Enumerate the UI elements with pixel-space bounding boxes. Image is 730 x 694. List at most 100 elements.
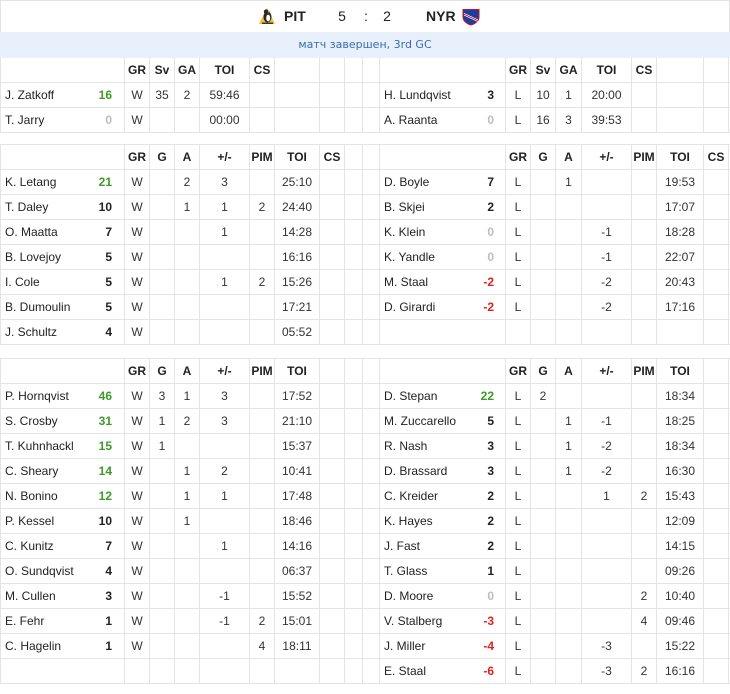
stat-a <box>175 584 200 608</box>
player-points: 2 <box>487 200 494 214</box>
player-points: 0 <box>487 225 494 239</box>
empty-header-cell <box>275 58 320 82</box>
stat-gr: L <box>506 170 531 194</box>
player-points: 14 <box>98 464 112 478</box>
empty-cell <box>275 659 320 683</box>
stat-plus-minus <box>200 245 250 269</box>
away-side: M. Zuccarello 5 L 1 -1 18:25 <box>363 409 729 433</box>
stat-pim: 2 <box>250 270 275 294</box>
stat-cs <box>704 245 729 269</box>
stat-sv: 16 <box>531 108 556 132</box>
gap-cell <box>363 320 380 344</box>
player-name: D. Brassard <box>384 464 448 478</box>
stat-g <box>531 609 556 633</box>
header-name-cell <box>0 359 125 383</box>
gap-cell <box>345 484 363 508</box>
stat-pim: 2 <box>250 195 275 219</box>
stat-gr: W <box>125 83 150 107</box>
stat-gr: L <box>506 220 531 244</box>
player-row: O. Sundqvist 4 W 06:37 T. Glass 1 L 09:26 <box>0 559 730 584</box>
player-row: I. Cole 5 W 1 2 15:26 M. Staal -2 L -2 20:43 <box>0 270 730 295</box>
stat-gr: W <box>125 634 150 658</box>
player-points: 0 <box>487 250 494 264</box>
stat-toi: 12:09 <box>657 509 704 533</box>
player-name: K. Klein <box>384 225 426 239</box>
stat-cs <box>704 170 729 194</box>
stat-g <box>150 195 175 219</box>
column-header-plus-minus: +/- <box>582 145 632 169</box>
player-points: 7 <box>105 225 112 239</box>
player-name-cell: E. Staal -6 <box>380 659 506 683</box>
gap-cell <box>345 634 363 658</box>
empty-cell <box>320 659 345 683</box>
column-header-toi: TOI <box>200 58 250 82</box>
player-name: J. Zatkoff <box>5 88 55 102</box>
away-side: GR Sv GA TOI CS <box>363 58 729 82</box>
stat-pim <box>250 384 275 408</box>
stat-gr: L <box>506 659 531 683</box>
column-header-cs: CS <box>250 58 275 82</box>
stat-cs <box>320 195 345 219</box>
empty-cell <box>704 384 729 408</box>
empty-cell <box>704 459 729 483</box>
player-name: P. Hornqvist <box>5 389 69 403</box>
stat-toi: 39:53 <box>582 108 632 132</box>
stat-a <box>556 295 582 319</box>
empty-cell <box>506 320 531 344</box>
stat-plus-minus <box>200 509 250 533</box>
player-name: D. Boyle <box>384 175 430 189</box>
player-row: C. Hagelin 1 W 4 18:11 J. Miller -4 L -3 15:22 <box>0 634 730 659</box>
stat-pim <box>632 245 657 269</box>
stat-g <box>531 245 556 269</box>
stat-a: 1 <box>175 384 200 408</box>
stat-plus-minus: -1 <box>582 409 632 433</box>
stat-plus-minus: -2 <box>582 434 632 458</box>
player-points: 0 <box>487 589 494 603</box>
stat-g <box>531 584 556 608</box>
column-header-g: G <box>531 359 556 383</box>
stat-g <box>150 609 175 633</box>
gap-cell <box>345 659 363 683</box>
player-name: O. Sundqvist <box>5 564 74 578</box>
gap-cell <box>363 170 380 194</box>
stat-pim <box>250 295 275 319</box>
penguins-logo-icon <box>257 6 277 29</box>
home-side: E. Fehr 1 W -1 2 15:01 <box>0 609 363 633</box>
gap-cell <box>363 484 380 508</box>
stat-pim <box>250 170 275 194</box>
stat-g <box>150 559 175 583</box>
player-points: 0 <box>487 113 494 127</box>
stat-toi: 17:16 <box>657 295 704 319</box>
player-points: 5 <box>105 275 112 289</box>
stat-plus-minus <box>582 559 632 583</box>
column-header-row: GR Sv GA TOI CS GR Sv GA TOI CS <box>0 58 730 83</box>
stat-g <box>150 245 175 269</box>
stat-toi: 10:41 <box>275 459 320 483</box>
column-header-sv: Sv <box>531 58 556 82</box>
stat-a: 1 <box>556 459 582 483</box>
stat-gr: W <box>125 534 150 558</box>
home-side: P. Hornqvist 46 W 3 1 3 17:52 <box>0 384 363 408</box>
stat-pim <box>250 509 275 533</box>
stat-ga <box>175 108 200 132</box>
away-side <box>363 320 729 344</box>
stat-pim <box>250 559 275 583</box>
stat-a <box>556 509 582 533</box>
stat-toi: 17:07 <box>657 195 704 219</box>
home-side <box>0 659 363 683</box>
stat-toi: 15:22 <box>657 634 704 658</box>
stat-pim <box>632 559 657 583</box>
stat-ga: 1 <box>556 83 582 107</box>
stat-toi: 09:26 <box>657 559 704 583</box>
column-header-a: A <box>175 145 200 169</box>
column-header-gr: GR <box>506 58 531 82</box>
stat-plus-minus: -2 <box>582 459 632 483</box>
stat-ga: 3 <box>556 108 582 132</box>
player-points: 4 <box>105 325 112 339</box>
stat-g: 1 <box>150 409 175 433</box>
stat-gr: W <box>125 559 150 583</box>
stat-plus-minus: -2 <box>582 295 632 319</box>
column-header-plus-minus: +/- <box>582 359 632 383</box>
player-name: K. Hayes <box>384 514 433 528</box>
gap-cell <box>345 434 363 458</box>
